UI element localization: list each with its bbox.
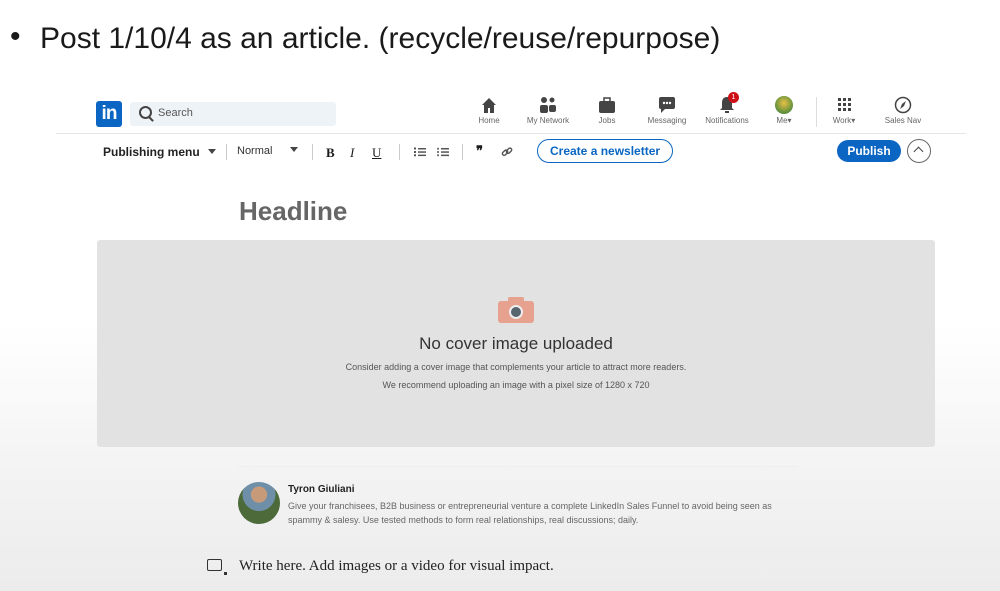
author-avatar bbox=[238, 482, 280, 524]
nav-home[interactable]: Home bbox=[474, 96, 504, 125]
nav-sales-nav[interactable]: Sales Nav bbox=[880, 96, 926, 125]
author-divider bbox=[238, 466, 798, 467]
text-style-value: Normal bbox=[237, 145, 273, 157]
numbered-list-icon[interactable] bbox=[414, 147, 426, 157]
nav-jobs[interactable]: Jobs bbox=[594, 96, 620, 125]
publishing-menu-button[interactable]: Publishing menu bbox=[103, 145, 216, 159]
author-bio: Give your franchisees, B2B business or e… bbox=[288, 501, 772, 525]
link-icon[interactable] bbox=[501, 146, 513, 158]
home-icon bbox=[482, 98, 496, 113]
nav-divider-line bbox=[56, 133, 966, 134]
linkedin-nav: in Search Home My Network Jobs Messaging… bbox=[96, 92, 966, 132]
nav-messaging-label: Messaging bbox=[647, 116, 687, 125]
cover-description-line-2: We recommend uploading an image with a p… bbox=[382, 380, 650, 390]
nav-messaging[interactable]: Messaging bbox=[642, 96, 692, 125]
network-icon bbox=[540, 97, 556, 113]
grid-icon bbox=[838, 98, 851, 111]
nav-notifications[interactable]: 1 Notifications bbox=[700, 92, 754, 125]
nav-me-label: Me bbox=[776, 116, 788, 125]
article-body-input[interactable]: Write here. Add images or a video for vi… bbox=[239, 558, 554, 575]
nav-jobs-label: Jobs bbox=[598, 116, 616, 125]
nav-sales-nav-label: Sales Nav bbox=[884, 116, 922, 125]
cover-description-line-1: Consider adding a cover image that compl… bbox=[345, 362, 687, 372]
message-icon bbox=[659, 97, 675, 113]
italic-button[interactable]: I bbox=[350, 145, 354, 161]
nav-divider bbox=[816, 97, 817, 127]
editor-toolbar: Publishing menu Normal B I U ❞ Create a … bbox=[96, 138, 946, 166]
compass-icon bbox=[894, 96, 912, 114]
slide-title: Post 1/10/4 as an article. (recycle/reus… bbox=[40, 22, 721, 55]
chevron-down-icon bbox=[290, 147, 299, 152]
chevron-down-icon: ▾ bbox=[851, 116, 856, 125]
briefcase-icon bbox=[599, 97, 615, 113]
author-name: Tyron Giuliani bbox=[288, 484, 355, 495]
nav-home-label: Home bbox=[478, 116, 500, 125]
avatar-icon bbox=[775, 96, 793, 114]
media-insert-icon[interactable] bbox=[207, 559, 227, 575]
search-input[interactable]: Search bbox=[130, 102, 336, 126]
publish-button[interactable]: Publish bbox=[837, 140, 901, 162]
cover-title: No cover image uploaded bbox=[419, 334, 613, 353]
headline-input[interactable]: Headline bbox=[239, 196, 347, 227]
toolbar-divider bbox=[399, 144, 400, 160]
author-card: Tyron Giuliani Give your franchisees, B2… bbox=[238, 466, 798, 527]
text-style-select[interactable]: Normal bbox=[237, 145, 299, 157]
bold-button[interactable]: B bbox=[326, 145, 335, 161]
nav-notifications-label: Notifications bbox=[705, 116, 749, 125]
linkedin-logo[interactable]: in bbox=[96, 101, 122, 127]
quote-icon[interactable]: ❞ bbox=[476, 143, 483, 159]
camera-icon bbox=[498, 297, 534, 323]
nav-my-network[interactable]: My Network bbox=[520, 96, 576, 125]
nav-me[interactable]: Me▾ bbox=[770, 96, 798, 125]
search-icon bbox=[139, 106, 152, 119]
publishing-menu-label: Publishing menu bbox=[103, 145, 200, 159]
chevron-down-icon bbox=[207, 149, 216, 154]
nav-my-network-label: My Network bbox=[526, 116, 570, 125]
search-placeholder: Search bbox=[158, 107, 193, 119]
toolbar-divider bbox=[462, 144, 463, 160]
underline-button[interactable]: U bbox=[372, 145, 381, 161]
notification-badge: 1 bbox=[728, 92, 739, 103]
nav-work[interactable]: Work▾ bbox=[826, 96, 862, 125]
nav-work-label: Work bbox=[832, 116, 852, 125]
toolbar-divider bbox=[312, 144, 313, 160]
create-newsletter-button[interactable]: Create a newsletter bbox=[537, 139, 674, 163]
slide-bullet: • bbox=[10, 20, 21, 53]
bulleted-list-icon[interactable] bbox=[437, 147, 449, 157]
collapse-chevron-icon[interactable] bbox=[907, 139, 931, 163]
toolbar-divider bbox=[226, 144, 227, 160]
cover-image-area[interactable]: No cover image uploaded Consider adding … bbox=[97, 240, 935, 447]
chevron-down-icon: ▾ bbox=[787, 116, 792, 125]
